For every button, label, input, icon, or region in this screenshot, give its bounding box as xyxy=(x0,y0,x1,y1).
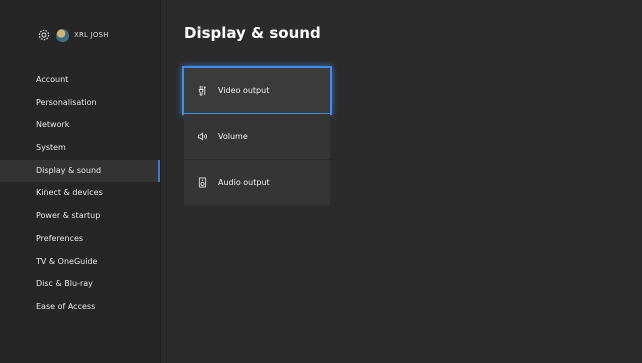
sidebar-item-disc-bluray[interactable]: Disc & Blu-ray xyxy=(0,273,160,296)
sidebar-item-system[interactable]: System xyxy=(0,137,160,160)
profile-bar: XRL JOSH xyxy=(37,27,109,43)
volume-tile[interactable]: Volume xyxy=(184,114,330,159)
sidebar-item-tv-oneguide[interactable]: TV & OneGuide xyxy=(0,251,160,274)
audio-output-label: Audio output xyxy=(218,178,270,187)
volume-label: Volume xyxy=(218,132,248,141)
sidebar-item-display-sound[interactable]: Display & sound xyxy=(0,159,160,183)
gamertag[interactable]: XRL JOSH xyxy=(74,31,109,39)
sidebar-item-network[interactable]: Network xyxy=(0,114,160,137)
page-title: Display & sound xyxy=(184,24,321,42)
sidebar-item-kinect-devices[interactable]: Kinect & devices xyxy=(0,182,160,205)
audio-output-icon xyxy=(198,177,207,188)
gear-icon[interactable] xyxy=(37,28,51,42)
audio-output-tile[interactable]: Audio output xyxy=(184,160,330,205)
video-output-label: Video output xyxy=(218,86,270,95)
sidebar: XRL JOSH Account Personalisation Network… xyxy=(0,0,160,363)
avatar[interactable] xyxy=(56,28,69,42)
video-output-icon xyxy=(198,85,206,96)
sidebar-item-preferences[interactable]: Preferences xyxy=(0,228,160,251)
sidebar-item-personalisation[interactable]: Personalisation xyxy=(0,92,160,115)
video-output-tile[interactable]: Video output xyxy=(182,66,332,115)
options-panel: Video output Volume Audio output xyxy=(182,66,332,206)
settings-nav: Account Personalisation Network System D… xyxy=(0,69,160,319)
sidebar-item-ease-of-access[interactable]: Ease of Access xyxy=(0,296,160,319)
sidebar-divider xyxy=(160,0,161,363)
volume-icon xyxy=(197,132,207,141)
sidebar-item-account[interactable]: Account xyxy=(0,69,160,92)
sidebar-item-power-startup[interactable]: Power & startup xyxy=(0,205,160,228)
